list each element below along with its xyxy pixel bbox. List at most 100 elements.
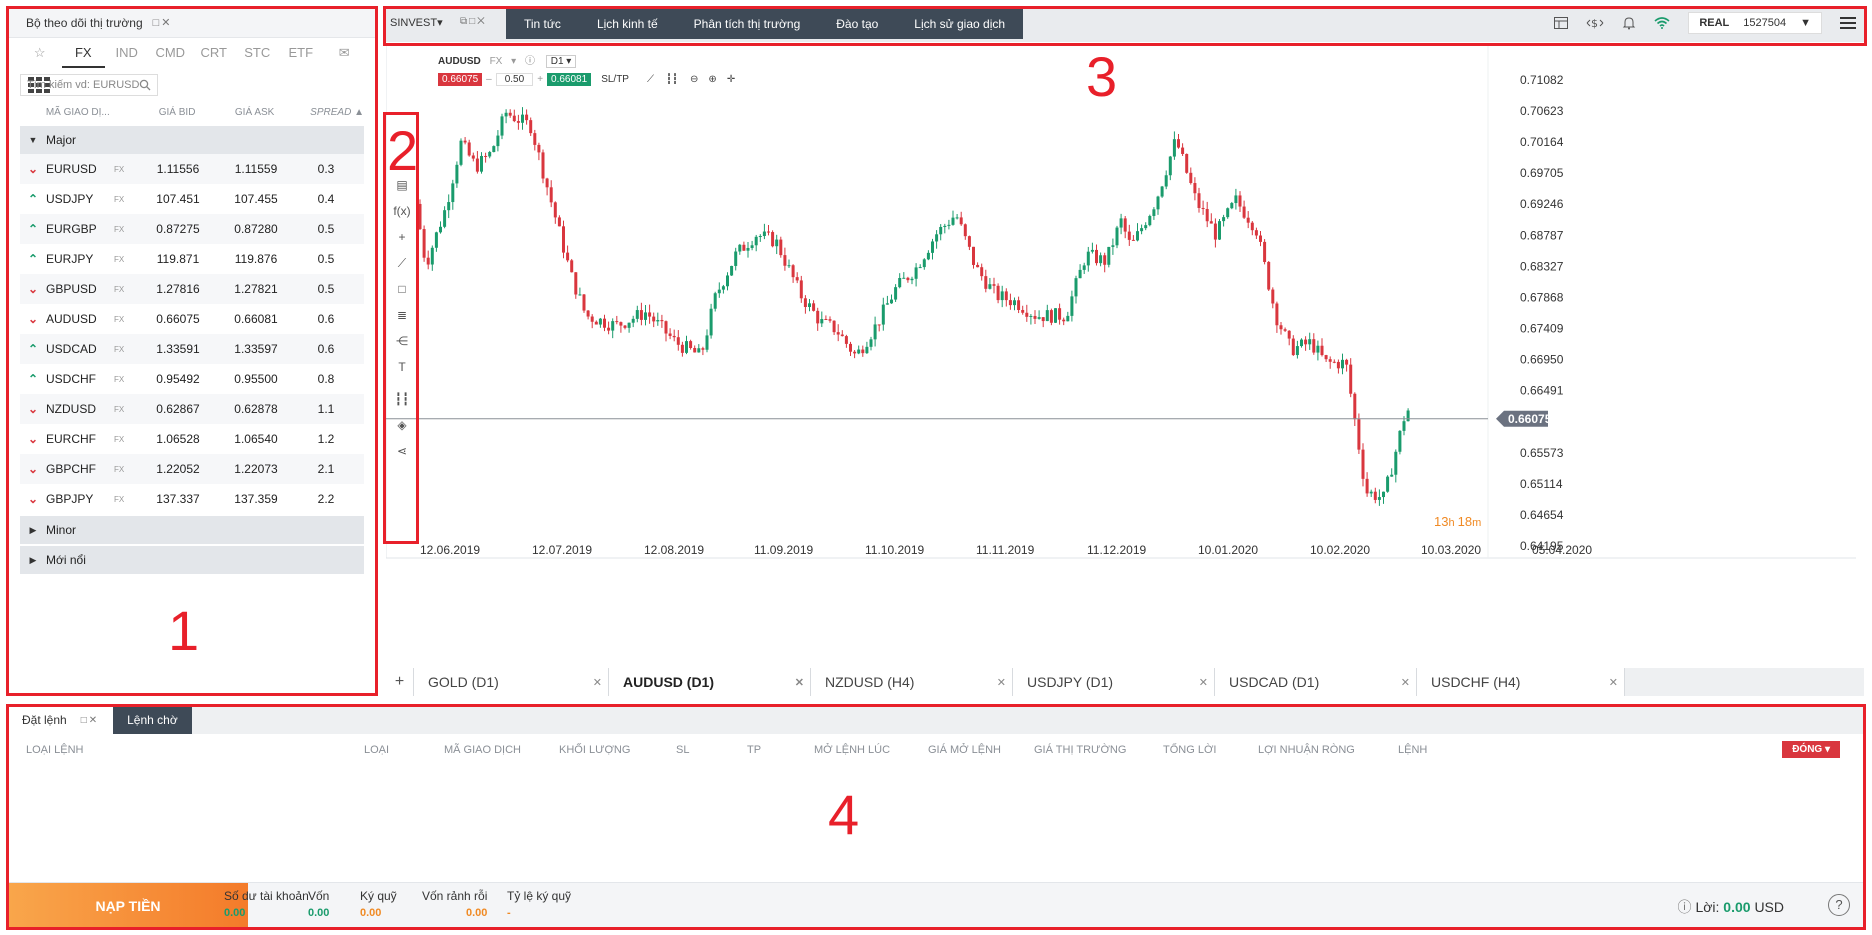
close-icon[interactable]: ✕ [997,676,1006,689]
candle-body [689,341,693,348]
tab-asset-4[interactable]: CRT [192,38,236,68]
inbox-icon[interactable]: ✉ [323,38,367,68]
panel-controls[interactable]: □✕ [81,715,99,726]
chart-tab[interactable]: USDCAD (D1) ✕ [1215,668,1417,696]
orders-column-header[interactable]: LOẠI [364,744,389,756]
search-icon[interactable] [139,79,151,91]
pitchfork-tool[interactable]: ⋲ [386,328,418,354]
tab-asset-0[interactable]: ☆ [18,38,62,68]
candle-body [996,285,1000,301]
grid-view-icon[interactable] [28,76,50,94]
tab-asset-6[interactable]: ETF [279,38,323,68]
watchlist-row[interactable]: ⌃ USDJPY FX 107.451 107.455 0.4 [20,184,364,214]
orders-column-header[interactable]: GIÁ MỞ LỆNH [928,744,1001,756]
trendline-tool[interactable]: ⟋ [386,250,418,276]
col-bid[interactable]: GIÁ BID [139,107,215,118]
watchlist-row[interactable]: ⌃ USDCHF FX 0.95492 0.95500 0.8 [20,364,364,394]
candle-body [1324,355,1328,360]
close-icon[interactable]: ✕ [795,676,804,689]
close-icon[interactable]: ✕ [1401,676,1410,689]
watchlist-row[interactable]: ⌄ GBPUSD FX 1.27816 1.27821 0.5 [20,274,364,304]
menu-item-4[interactable]: Lịch sử giao dịch [896,9,1023,39]
group-emerging[interactable]: ▶ Mới nổi [20,546,364,574]
help-button[interactable]: ? [1828,894,1850,916]
chart-tab[interactable]: NZDUSD (H4) ✕ [811,668,1013,696]
watchlist-row[interactable]: ⌃ USDCAD FX 1.33591 1.33597 0.6 [20,334,364,364]
watchlist-row[interactable]: ⌄ NZDUSD FX 0.62867 0.62878 1.1 [20,394,364,424]
close-icon[interactable]: ✕ [1199,676,1208,689]
account-id: 1527504 [1743,17,1787,29]
chart-tab[interactable]: GOLD (D1) ✕ [414,668,609,696]
close-icon[interactable]: ✕ [593,676,602,689]
hamburger-menu-icon[interactable] [1840,17,1856,29]
watchlist-row[interactable]: ⌄ GBPJPY FX 137.337 137.359 2.2 [20,484,364,514]
row-spread: 0.4 [317,192,335,206]
candle-body [1062,319,1066,322]
layout-icon[interactable] [1554,17,1569,29]
menu-item-2[interactable]: Phân tích thị trường [676,9,819,39]
tab-asset-5[interactable]: STC [236,38,280,68]
panel-controls[interactable]: □✕ [153,16,173,29]
col-symbol[interactable]: MÃ GIAO DỊ... [46,107,139,118]
chart-tab[interactable]: USDCHF (H4) ✕ [1417,668,1625,696]
currency-exchange-icon[interactable]: $ [1586,16,1604,30]
stat-label: Vốn rảnh rỗi [422,889,488,903]
row-ask: 1.11559 [234,162,278,176]
watchlist-row[interactable]: ⌄ EURCHF FX 1.06528 1.06540 1.2 [20,424,364,454]
tab-pending-orders[interactable]: Lệnh chờ [113,706,192,734]
menu-item-0[interactable]: Tin tức [506,9,579,39]
menu-item-3[interactable]: Đào tạo [818,9,896,39]
chart-tab[interactable]: AUDUSD (D1) ✕ [609,668,811,696]
account-selector[interactable]: REAL 1527504 ▼ [1688,12,1822,34]
watchlist-row[interactable]: ⌄ EURUSD FX 1.11556 1.11559 0.3 [20,154,364,184]
group-major[interactable]: ▼ Major [20,126,364,154]
share-tool[interactable]: ⋖ [386,438,418,464]
chart-tab[interactable]: USDJPY (D1) ✕ [1013,668,1215,696]
orders-column-header[interactable]: GIÁ THỊ TRƯỜNG [1034,744,1126,756]
orders-column-header[interactable]: MÃ GIAO DỊCH [444,744,521,756]
fibonacci-tool[interactable]: ≣ [386,302,418,328]
chart-type-tool[interactable]: ┇┇ [386,386,418,412]
row-ask: 0.62878 [234,402,278,416]
row-spread: 1.1 [317,402,335,416]
bell-icon[interactable] [1622,16,1636,30]
info-icon[interactable]: ⓘ [1678,899,1692,915]
rectangle-tool[interactable]: □ [386,276,418,302]
orders-column-header[interactable]: TỔNG LỜI [1163,744,1216,756]
wifi-icon [1654,17,1670,29]
watchlist-row[interactable]: ⌃ EURJPY FX 119.871 119.876 0.5 [20,244,364,274]
watchlist-row[interactable]: ⌄ AUDUSD FX 0.66075 0.66081 0.6 [20,304,364,334]
group-minor[interactable]: ▶ Minor [20,516,364,544]
col-spread[interactable]: SPREAD ▲ [294,107,364,118]
orders-column-header[interactable]: SL [676,744,689,756]
watchlist-row[interactable]: ⌃ EURGBP FX 0.87275 0.87280 0.5 [20,214,364,244]
price-tick-label: 0.68327 [1520,259,1564,273]
orders-column-header[interactable]: LỆNH [1398,744,1427,756]
tab-asset-1[interactable]: FX [61,38,105,68]
candle-body [939,226,943,235]
orders-column-header[interactable]: TP [747,744,761,756]
indicator-tool[interactable]: f(x) [386,198,418,224]
broker-selector[interactable]: SINVEST▾ [390,16,443,29]
layers-tool[interactable]: ◈ [386,412,418,438]
chevron-down-icon: ⌄ [27,432,39,446]
orders-column-header[interactable]: LOẠI LỆNH [26,744,83,756]
window-controls[interactable]: ⧉□✕ [460,16,487,27]
tab-place-order[interactable]: Đặt lệnh □✕ [8,706,114,734]
add-chart-button[interactable]: + [386,668,414,696]
menu-item-1[interactable]: Lịch kinh tế [579,9,676,39]
close-icon[interactable]: ✕ [1609,676,1618,689]
orders-column-header[interactable]: KHỐI LƯỢNG [559,744,630,756]
text-tool[interactable]: T [386,354,418,380]
orders-column-header[interactable]: MỞ LỆNH LÚC [814,744,890,756]
close-all-button[interactable]: ĐÓNG ▾ [1782,741,1840,758]
candlestick-canvas[interactable]: 0.71082 0.70623 0.70164 0.69705 0.69246 0.687… [386,44,1864,662]
crosshair-tool[interactable]: + [386,224,418,250]
price-chart[interactable]: AUDUSD FX ▾ ⓘ D1 ▾ 0.66075 – 0.50 + 0.66… [386,44,1864,662]
orders-column-header[interactable]: LỢI NHUẬN RÒNG [1258,744,1355,756]
tab-asset-3[interactable]: CMD [149,38,193,68]
col-ask[interactable]: GIÁ ASK [215,107,295,118]
watchlist-row[interactable]: ⌄ GBPCHF FX 1.22052 1.22073 2.1 [20,454,364,484]
tab-asset-2[interactable]: IND [105,38,149,68]
deposit-button[interactable]: NẠP TIỀN [8,883,248,929]
